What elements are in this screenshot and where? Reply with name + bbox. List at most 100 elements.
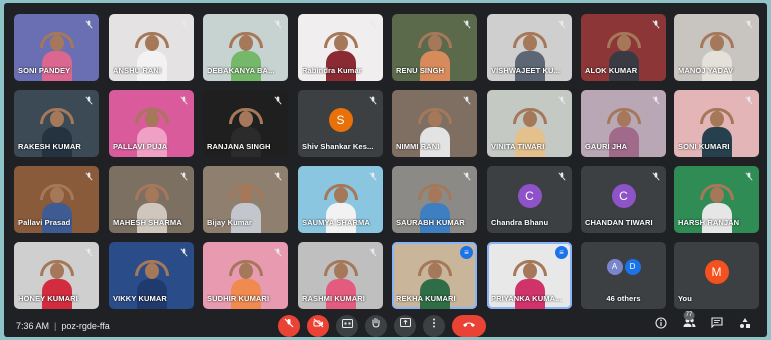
- meeting-code[interactable]: poz-rgde-ffa: [61, 321, 109, 331]
- participant-tile[interactable]: M You: [674, 242, 759, 309]
- participant-tile[interactable]: SONI KUMARI: [674, 90, 759, 157]
- participant-tile[interactable]: ≡ PRIYANKA KUMA...: [487, 242, 572, 309]
- participant-name: NIMMI RANI: [396, 142, 440, 151]
- mic-off-icon: [368, 96, 378, 106]
- participant-tile[interactable]: MAHESH SHARMA: [109, 166, 194, 233]
- participant-name: VIKKY KUMAR: [113, 294, 167, 303]
- participant-tile[interactable]: VIKKY KUMAR: [109, 242, 194, 309]
- closed-captions-icon: [341, 319, 353, 331]
- mic-off-icon: [557, 20, 567, 30]
- mic-off-icon: [273, 96, 283, 106]
- participant-tile[interactable]: NIMMI RANI: [392, 90, 477, 157]
- participant-name: Rabindra Kumar: [302, 66, 362, 75]
- participant-tile[interactable]: Rabindra Kumar: [298, 14, 383, 81]
- meeting-info: 7:36 AM | poz-rgde-ffa: [16, 321, 110, 331]
- mic-off-icon: [84, 96, 94, 106]
- meeting-details-button[interactable]: [653, 317, 669, 333]
- participant-name: PALLAVI PUJA: [113, 142, 168, 151]
- microphone-toggle-button[interactable]: [278, 315, 300, 337]
- participant-name: PRIYANKA KUMA...: [491, 294, 562, 303]
- camera-toggle-button[interactable]: [307, 315, 329, 337]
- participant-name: SONI KUMARI: [678, 142, 730, 151]
- participant-tile[interactable]: S Shiv Shankar Kes...: [298, 90, 383, 157]
- participant-name: VISHWAJEET KU...: [491, 66, 561, 75]
- bottom-toolbar: 7:36 AM | poz-rgde-ffa 77: [4, 311, 767, 337]
- call-end-icon: [462, 320, 476, 331]
- mic-off-icon: [744, 20, 754, 30]
- meet-window: SONI PANDEY ANSHU RANI DEBAKANYA BA... Rabi…: [4, 3, 767, 337]
- mic-off-icon: [179, 248, 189, 258]
- participant-tile[interactable]: ALOK KUMAR: [581, 14, 666, 81]
- mic-off-icon: [84, 248, 94, 258]
- mic-off-icon: [651, 172, 661, 182]
- participant-tile[interactable]: GAURI JHA: [581, 90, 666, 157]
- participant-tile[interactable]: HARSH RANJAN: [674, 166, 759, 233]
- activities-button[interactable]: [737, 317, 753, 333]
- captions-button[interactable]: [336, 315, 358, 337]
- participant-name: HONEY KUMARI: [18, 294, 78, 303]
- others-avatars: AD: [606, 259, 642, 275]
- info-icon: [655, 317, 667, 332]
- participant-tile[interactable]: VISHWAJEET KU...: [487, 14, 572, 81]
- mic-off-icon: [557, 172, 567, 182]
- participant-tile[interactable]: C Chandra Bhanu: [487, 166, 572, 233]
- clock-time: 7:36 AM: [16, 321, 50, 331]
- participant-name: REKHA KUMARI: [396, 294, 456, 303]
- participant-tile[interactable]: SAUMYA SHARMA: [298, 166, 383, 233]
- participant-grid: SONI PANDEY ANSHU RANI DEBAKANYA BA... Rabi…: [14, 14, 759, 310]
- participant-tile[interactable]: SAURABH KUMAR: [392, 166, 477, 233]
- participant-tile[interactable]: C CHANDAN TIWARI: [581, 166, 666, 233]
- participant-tile[interactable]: RENU SINGH: [392, 14, 477, 81]
- camera-off-icon: [313, 318, 324, 331]
- avatar: C: [611, 184, 636, 208]
- mic-off-icon: [273, 248, 283, 258]
- mic-off-icon: [273, 172, 283, 182]
- participant-name: MANOJ YADAV: [678, 66, 734, 75]
- mic-off-icon: [462, 20, 472, 30]
- participant-tile[interactable]: PALLAVI PUJA: [109, 90, 194, 157]
- mic-off-icon: [179, 172, 189, 182]
- leave-call-button[interactable]: [452, 315, 486, 337]
- participant-tile[interactable]: A D 46 others: [581, 242, 666, 309]
- more-options-button[interactable]: [423, 315, 445, 337]
- participant-tile[interactable]: SUDHIR KUMARI: [203, 242, 288, 309]
- participant-name: SONI PANDEY: [18, 66, 71, 75]
- hand-icon: [371, 317, 381, 331]
- participant-tile[interactable]: RAKESH KUMAR: [14, 90, 99, 157]
- chat-button[interactable]: [709, 317, 725, 333]
- present-icon: [399, 318, 411, 331]
- participant-tile[interactable]: MANOJ YADAV: [674, 14, 759, 81]
- more-vert-icon: [432, 318, 436, 331]
- participant-name: 46 others: [606, 294, 641, 303]
- participant-tile[interactable]: ANSHU RANI: [109, 14, 194, 81]
- participant-name: Chandra Bhanu: [491, 218, 549, 227]
- participant-tile[interactable]: VINITA TIWARI: [487, 90, 572, 157]
- participant-tile[interactable]: SONI PANDEY: [14, 14, 99, 81]
- mic-off-icon: [651, 96, 661, 106]
- participant-tile[interactable]: RANJANA SINGH: [203, 90, 288, 157]
- participant-name: CHANDAN TIWARI: [585, 218, 653, 227]
- mic-off-icon: [273, 20, 283, 30]
- people-icon: [683, 318, 696, 331]
- mic-off-icon: [284, 318, 294, 331]
- participant-name: ALOK KUMAR: [585, 66, 638, 75]
- raise-hand-button[interactable]: [365, 315, 387, 337]
- present-screen-button[interactable]: [394, 315, 416, 337]
- participant-name: VINITA TIWARI: [491, 142, 545, 151]
- mic-off-icon: [84, 172, 94, 182]
- mic-off-icon: [462, 96, 472, 106]
- participant-tile[interactable]: ≡ REKHA KUMARI: [392, 242, 477, 309]
- participant-tile[interactable]: Pallavi Prasad: [14, 166, 99, 233]
- participant-tile[interactable]: HONEY KUMARI: [14, 242, 99, 309]
- participant-tile[interactable]: Bijay Kumar: [203, 166, 288, 233]
- people-count-badge: 77: [683, 311, 695, 320]
- mic-off-icon: [368, 248, 378, 258]
- participant-name: You: [678, 294, 692, 303]
- mic-off-icon: [557, 96, 567, 106]
- avatar: D: [624, 259, 641, 275]
- people-button[interactable]: 77: [681, 311, 697, 333]
- mic-off-icon: [84, 20, 94, 30]
- audio-level-icon: ≡: [460, 246, 473, 259]
- participant-tile[interactable]: DEBAKANYA BA...: [203, 14, 288, 81]
- participant-tile[interactable]: RASHMI KUMARI: [298, 242, 383, 309]
